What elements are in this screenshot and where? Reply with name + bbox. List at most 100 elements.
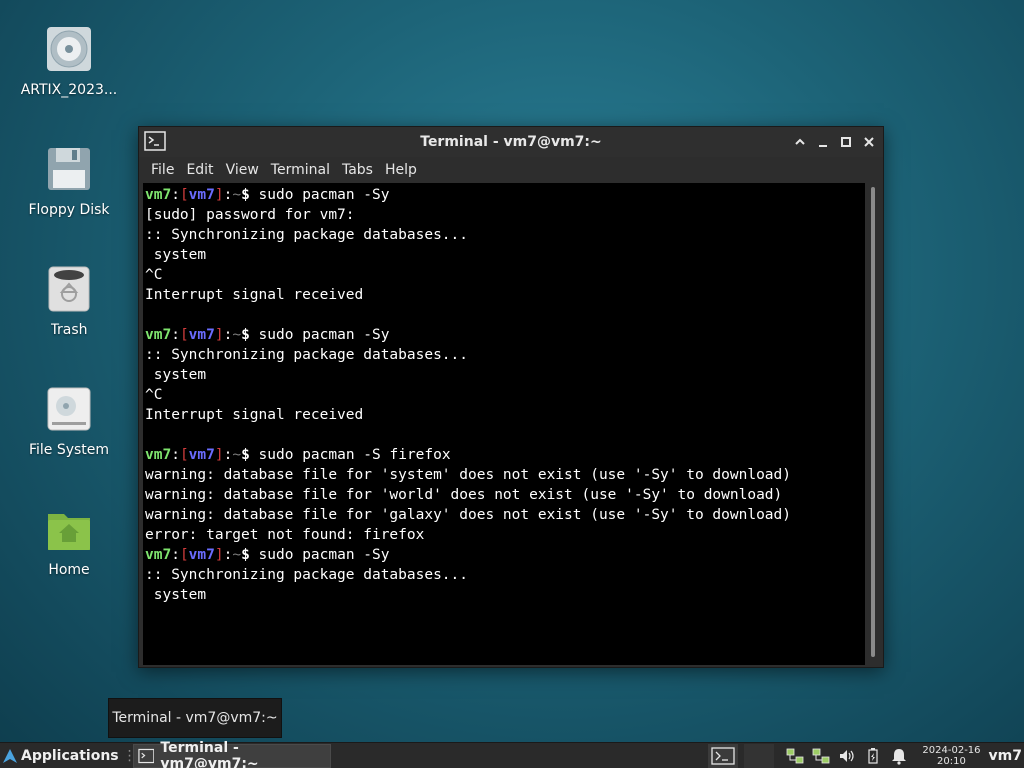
prompt-host: vm7 (188, 547, 215, 563)
prompt-path: ~ (232, 187, 242, 203)
prompt-path: ~ (232, 447, 242, 463)
prompt-bracket: ] (214, 447, 224, 463)
terminal-output-line: system (145, 587, 207, 603)
terminal-output-line: Interrupt signal received (145, 287, 364, 303)
prompt-dollar: $ (241, 447, 250, 463)
terminal-scrollbar[interactable] (867, 183, 879, 665)
prompt-dollar: $ (241, 547, 250, 563)
prompt-bracket: [ (179, 547, 189, 563)
terminal-output[interactable]: vm7:[vm7]:~$ sudo pacman -Sy [sudo] passw… (143, 183, 865, 665)
home-folder-icon (48, 514, 90, 550)
system-tray (780, 743, 914, 768)
artix-logo-icon (3, 748, 17, 763)
terminal-output-line: Interrupt signal received (145, 407, 364, 423)
desktop-icon-label: ARTIX_2023... (20, 82, 118, 98)
prompt-bracket: [ (179, 327, 189, 343)
prompt-dollar: $ (241, 187, 250, 203)
prompt-bracket: ] (214, 327, 224, 343)
minimize-icon (818, 144, 827, 147)
taskbar-tooltip: Terminal - vm7@vm7:~ (108, 698, 282, 738)
window-menubar: File Edit View Terminal Tabs Help (139, 157, 883, 183)
volume-icon[interactable] (838, 747, 856, 765)
battery-icon[interactable] (864, 747, 882, 765)
terminal-output-line: system (145, 247, 207, 263)
prompt-bracket: [ (179, 447, 189, 463)
menu-edit[interactable]: Edit (180, 162, 219, 178)
notification-bell-icon[interactable] (890, 747, 908, 765)
workspace-switcher[interactable] (708, 744, 739, 768)
applications-label: Applications (21, 747, 119, 764)
terminal-output-line: [sudo] password for vm7: (145, 207, 355, 223)
scrollbar-thumb[interactable] (871, 187, 875, 657)
network-icon[interactable] (786, 747, 804, 765)
terminal-prompt-line: vm7:[vm7]:~$ sudo pacman -Sy (145, 185, 865, 205)
floppy-disk-icon (48, 148, 90, 190)
terminal-output-line: system (145, 367, 207, 383)
prompt-user: vm7 (145, 327, 172, 343)
window-minimize-button[interactable] (814, 133, 831, 150)
taskbar-task-terminal[interactable]: Terminal - vm7@vm7:~ (132, 740, 331, 768)
window-titlebar[interactable]: Terminal - vm7@vm7:~ (139, 127, 883, 157)
hard-drive-icon (47, 387, 91, 431)
terminal-output-line: :: Synchronizing package databases... (145, 347, 469, 363)
prompt-command: sudo pacman -S firefox (249, 447, 451, 463)
desktop-icon-filesystem[interactable]: File System (10, 382, 128, 472)
window-title: Terminal - vm7@vm7:~ (420, 134, 602, 150)
terminal-prompt-line: vm7:[vm7]:~$ sudo pacman -Sy (145, 545, 865, 565)
terminal-prompt-line: vm7:[vm7]:~$ sudo pacman -S firefox (145, 445, 865, 465)
clock-date: 2024-02-16 (922, 745, 981, 756)
prompt-separator: : (171, 447, 180, 463)
taskbar-separator-handle: ⋮ (122, 747, 137, 764)
prompt-host: vm7 (188, 187, 215, 203)
terminal-window[interactable]: Terminal - vm7@vm7:~ File Edit View Term… (138, 126, 884, 668)
close-icon (863, 136, 874, 147)
menu-help[interactable]: Help (379, 162, 423, 178)
desktop-icon-floppy[interactable]: Floppy Disk (10, 142, 128, 232)
desktop-icon-label: File System (28, 442, 110, 458)
maximize-icon (840, 136, 851, 147)
workspace-2[interactable] (744, 744, 775, 768)
terminal-output-line: error: target not found: firefox (145, 527, 425, 543)
prompt-bracket: ] (214, 187, 224, 203)
window-shade-button[interactable] (791, 133, 808, 150)
taskbar: Applications ⋮ Terminal - vm7@vm7:~ 2024… (0, 740, 1024, 768)
prompt-user: vm7 (145, 187, 172, 203)
clock-time: 20:10 (937, 756, 966, 767)
prompt-command: sudo pacman -Sy (249, 327, 390, 343)
disc-icon (47, 27, 91, 71)
terminal-output-line: warning: database file for 'system' does… (145, 467, 792, 483)
prompt-dollar: $ (241, 327, 250, 343)
prompt-host: vm7 (188, 447, 215, 463)
terminal-output-line: :: Synchronizing package databases... (145, 227, 469, 243)
applications-menu-button[interactable]: Applications (0, 743, 119, 768)
desktop-icon-label: Home (48, 562, 90, 578)
prompt-path: ~ (232, 547, 242, 563)
desktop-icon-artix[interactable]: ARTIX_2023... (10, 22, 128, 112)
window-maximize-button[interactable] (837, 133, 854, 150)
prompt-user: vm7 (145, 547, 172, 563)
menu-terminal[interactable]: Terminal (265, 162, 336, 178)
desktop-icon-home[interactable]: Home (10, 502, 128, 592)
clock[interactable]: 2024-02-16 20:10 (922, 745, 980, 767)
prompt-command: sudo pacman -Sy (249, 547, 390, 563)
menu-file[interactable]: File (145, 162, 180, 178)
terminal-output-line: warning: database file for 'world' does … (145, 487, 783, 503)
terminal-prompt-line: vm7:[vm7]:~$ sudo pacman -Sy (145, 325, 865, 345)
prompt-path: ~ (232, 327, 242, 343)
terminal-output-line: warning: database file for 'galaxy' does… (145, 507, 792, 523)
chevron-up-icon (794, 138, 805, 145)
desktop-icon-trash[interactable]: Trash (10, 262, 128, 352)
window-close-button[interactable] (860, 133, 877, 150)
prompt-separator: : (171, 547, 180, 563)
network-icon-2[interactable] (812, 747, 830, 765)
prompt-bracket: ] (214, 547, 224, 563)
desktop-icon-label: Floppy Disk (28, 202, 110, 218)
prompt-separator: : (171, 327, 180, 343)
terminal-output-line: ^C (145, 267, 163, 283)
user-menu[interactable]: vm7 (989, 748, 1022, 764)
menu-tabs[interactable]: Tabs (336, 162, 379, 178)
terminal-output-line: :: Synchronizing package databases... (145, 567, 469, 583)
menu-view[interactable]: View (220, 162, 265, 178)
